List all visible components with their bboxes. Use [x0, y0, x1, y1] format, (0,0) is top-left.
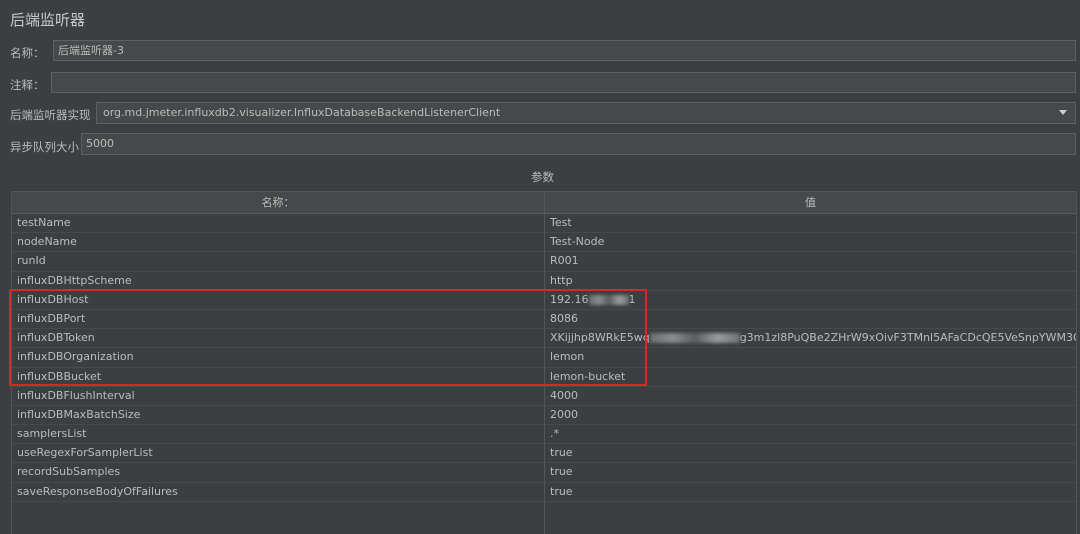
param-name[interactable]: nodeName	[12, 233, 545, 252]
chevron-down-icon[interactable]	[1059, 110, 1067, 115]
param-value[interactable]: Test-Node	[545, 233, 1076, 251]
param-value-tail: g3m1zl8PuQBe2ZHrW9xOivF3TMnl5AFaCDcQE5Ve…	[739, 331, 1076, 345]
param-value[interactable]: true	[545, 483, 1076, 501]
name-label: 名称：	[10, 46, 45, 60]
impl-value: org.md.jmeter.influxdb2.visualizer.Influ…	[103, 106, 501, 119]
param-name[interactable]: influxDBFlushInterval	[12, 386, 545, 405]
param-value-text: Test-Node	[550, 235, 605, 249]
param-value[interactable]: Test	[545, 214, 1076, 232]
param-value-text: true	[550, 484, 573, 498]
param-value-text: .*	[550, 427, 559, 441]
param-value-text: 2000	[550, 407, 578, 421]
impl-label: 后端监听器实现	[10, 108, 91, 122]
param-value[interactable]: http	[545, 272, 1076, 290]
param-name[interactable]: recordSubSamples	[12, 463, 545, 482]
param-value-text: true	[550, 446, 573, 460]
panel-title: 后端监听器	[10, 11, 86, 29]
highlight-box	[9, 289, 647, 386]
param-value[interactable]: .*	[545, 425, 1076, 443]
param-name[interactable]: runId	[12, 252, 545, 271]
name-input[interactable]: 后端监听器-3	[53, 40, 1076, 61]
table-header: 名称： 值	[12, 192, 1076, 214]
param-name[interactable]: useRegexForSamplerList	[12, 444, 545, 463]
header-value[interactable]: 值	[545, 192, 1076, 213]
redacted-blur	[649, 333, 740, 344]
param-value[interactable]: 2000	[545, 406, 1076, 424]
queue-size-input[interactable]: 5000	[81, 133, 1076, 155]
param-name[interactable]: testName	[12, 214, 545, 233]
queue-label: 异步队列大小	[10, 140, 79, 154]
param-value-text: R001	[550, 254, 579, 268]
params-title: 参数	[531, 170, 554, 184]
param-value[interactable]: R001	[545, 252, 1076, 270]
param-value[interactable]: true	[545, 444, 1076, 462]
param-value-text: http	[550, 273, 573, 287]
param-name[interactable]: samplersList	[12, 425, 545, 444]
comment-label: 注释：	[10, 78, 45, 92]
param-value[interactable]: true	[545, 463, 1076, 481]
comment-input[interactable]	[51, 72, 1076, 93]
param-value-text: 4000	[550, 388, 578, 402]
param-name[interactable]: saveResponseBodyOfFailures	[12, 482, 545, 501]
param-value[interactable]: 4000	[545, 387, 1076, 405]
param-name[interactable]: influxDBMaxBatchSize	[12, 405, 545, 425]
param-value-text: Test	[550, 216, 572, 229]
header-name[interactable]: 名称：	[12, 192, 545, 213]
param-value-text: true	[550, 465, 573, 479]
impl-dropdown[interactable]: org.md.jmeter.influxdb2.visualizer.Influ…	[96, 102, 1076, 124]
param-name[interactable]: influxDBHttpScheme	[12, 271, 545, 290]
